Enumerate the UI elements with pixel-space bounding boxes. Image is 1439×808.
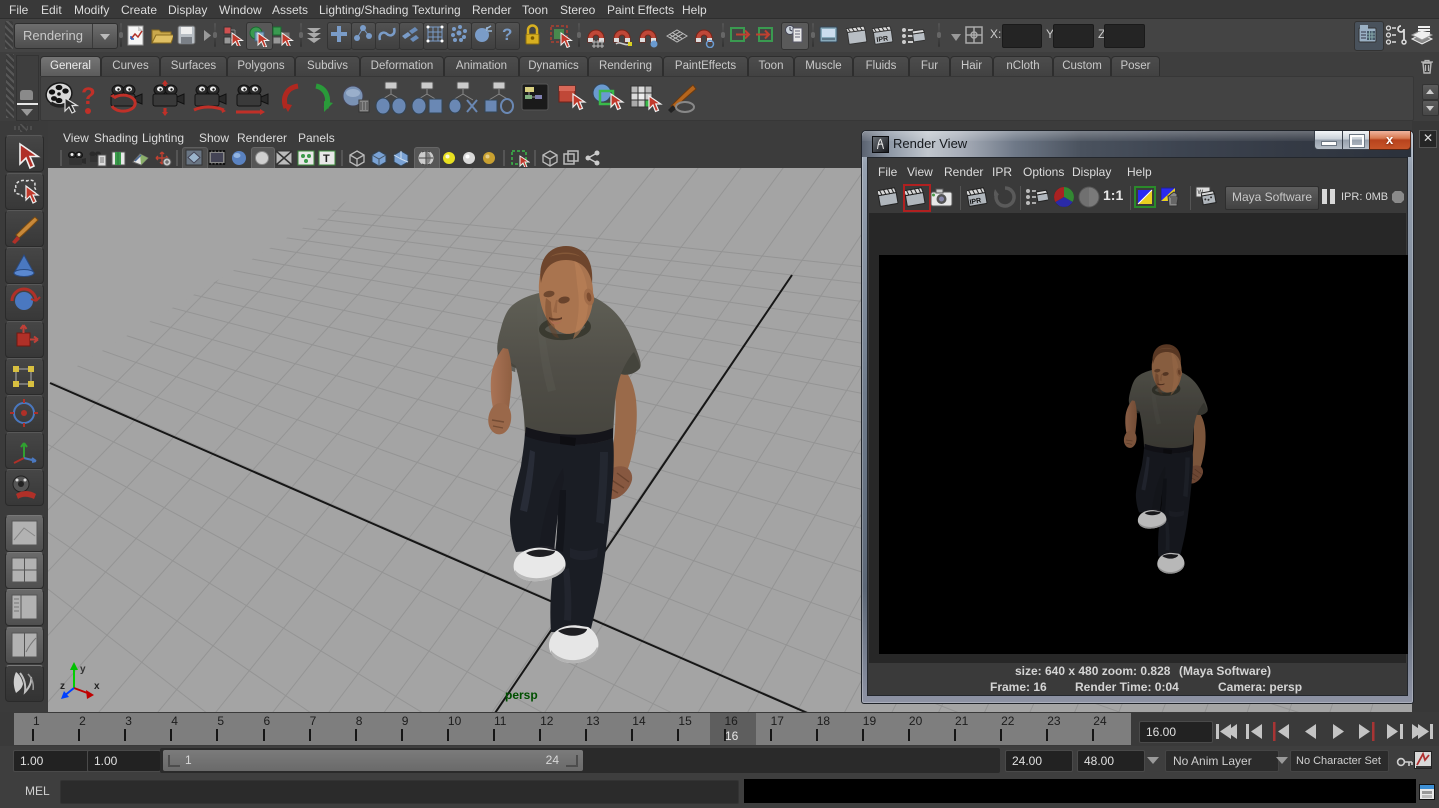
svg-text:y: y [80, 664, 86, 675]
svg-text:z: z [60, 681, 65, 692]
svg-text:?: ? [502, 25, 512, 44]
svg-text:x: x [94, 681, 100, 692]
svg-text:T: T [323, 153, 330, 165]
svg-text:?: ? [81, 83, 96, 110]
